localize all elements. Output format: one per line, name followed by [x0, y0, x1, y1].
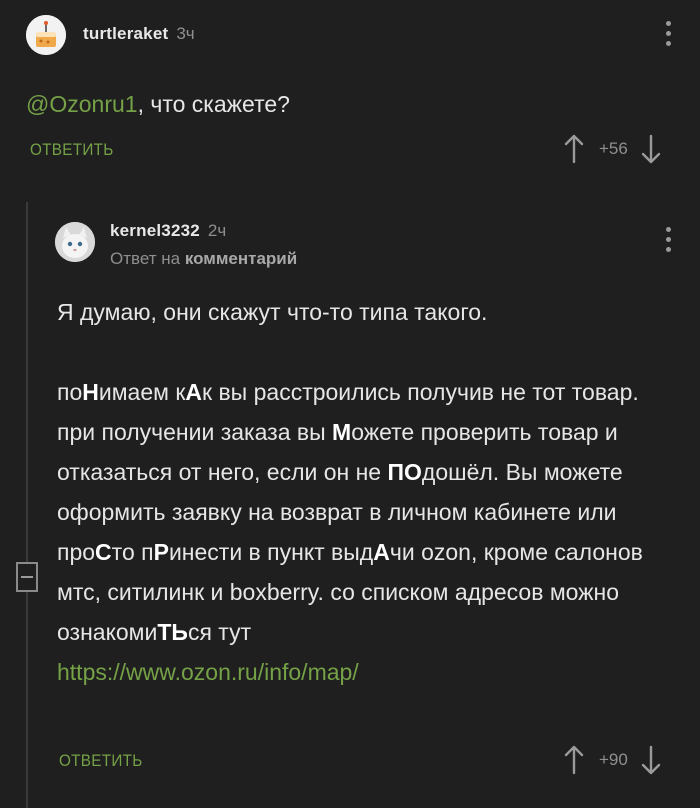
- comment-text: Я думаю, они скажут что-то типа такого. …: [57, 292, 672, 692]
- score: +56: [599, 139, 628, 158]
- upvote-arrow-icon[interactable]: [563, 745, 585, 775]
- score: +90: [599, 750, 628, 769]
- reply-button[interactable]: ОТВЕТИТЬ: [30, 140, 114, 160]
- parent-comment-link[interactable]: комментарий: [185, 249, 297, 268]
- upvote-arrow-icon[interactable]: [563, 134, 585, 164]
- username[interactable]: kernel3232: [110, 221, 200, 241]
- timestamp: 2ч: [207, 221, 227, 240]
- comment-text: @Ozonru1, что скажете?: [26, 91, 290, 117]
- vote-controls: +56: [563, 134, 662, 164]
- thread-line: [26, 202, 28, 808]
- more-options-icon[interactable]: [664, 227, 672, 252]
- vote-controls: +90: [563, 745, 662, 775]
- cat-icon: [55, 222, 95, 262]
- text-paragraph: поНимаем кАк вы расстроились получив не …: [57, 379, 643, 645]
- reply-to-info: Ответ на комментарий: [110, 249, 298, 268]
- cake-icon: [26, 15, 66, 55]
- minus-icon: [21, 576, 33, 578]
- avatar[interactable]: [55, 222, 95, 262]
- username[interactable]: turtleraket: [83, 24, 168, 44]
- avatar[interactable]: [26, 15, 66, 55]
- downvote-arrow-icon[interactable]: [640, 745, 662, 775]
- ozon-map-link[interactable]: https://www.ozon.ru/info/map/: [57, 659, 359, 685]
- more-options-icon[interactable]: [664, 21, 672, 46]
- downvote-arrow-icon[interactable]: [640, 134, 662, 164]
- text-line: Я думаю, они скажут что-то типа такого.: [57, 299, 488, 325]
- collapse-thread-button[interactable]: [16, 562, 38, 592]
- mention-link[interactable]: @Ozonru1: [26, 91, 138, 117]
- reply-button[interactable]: ОТВЕТИТЬ: [59, 751, 143, 771]
- timestamp: 3ч: [176, 24, 195, 43]
